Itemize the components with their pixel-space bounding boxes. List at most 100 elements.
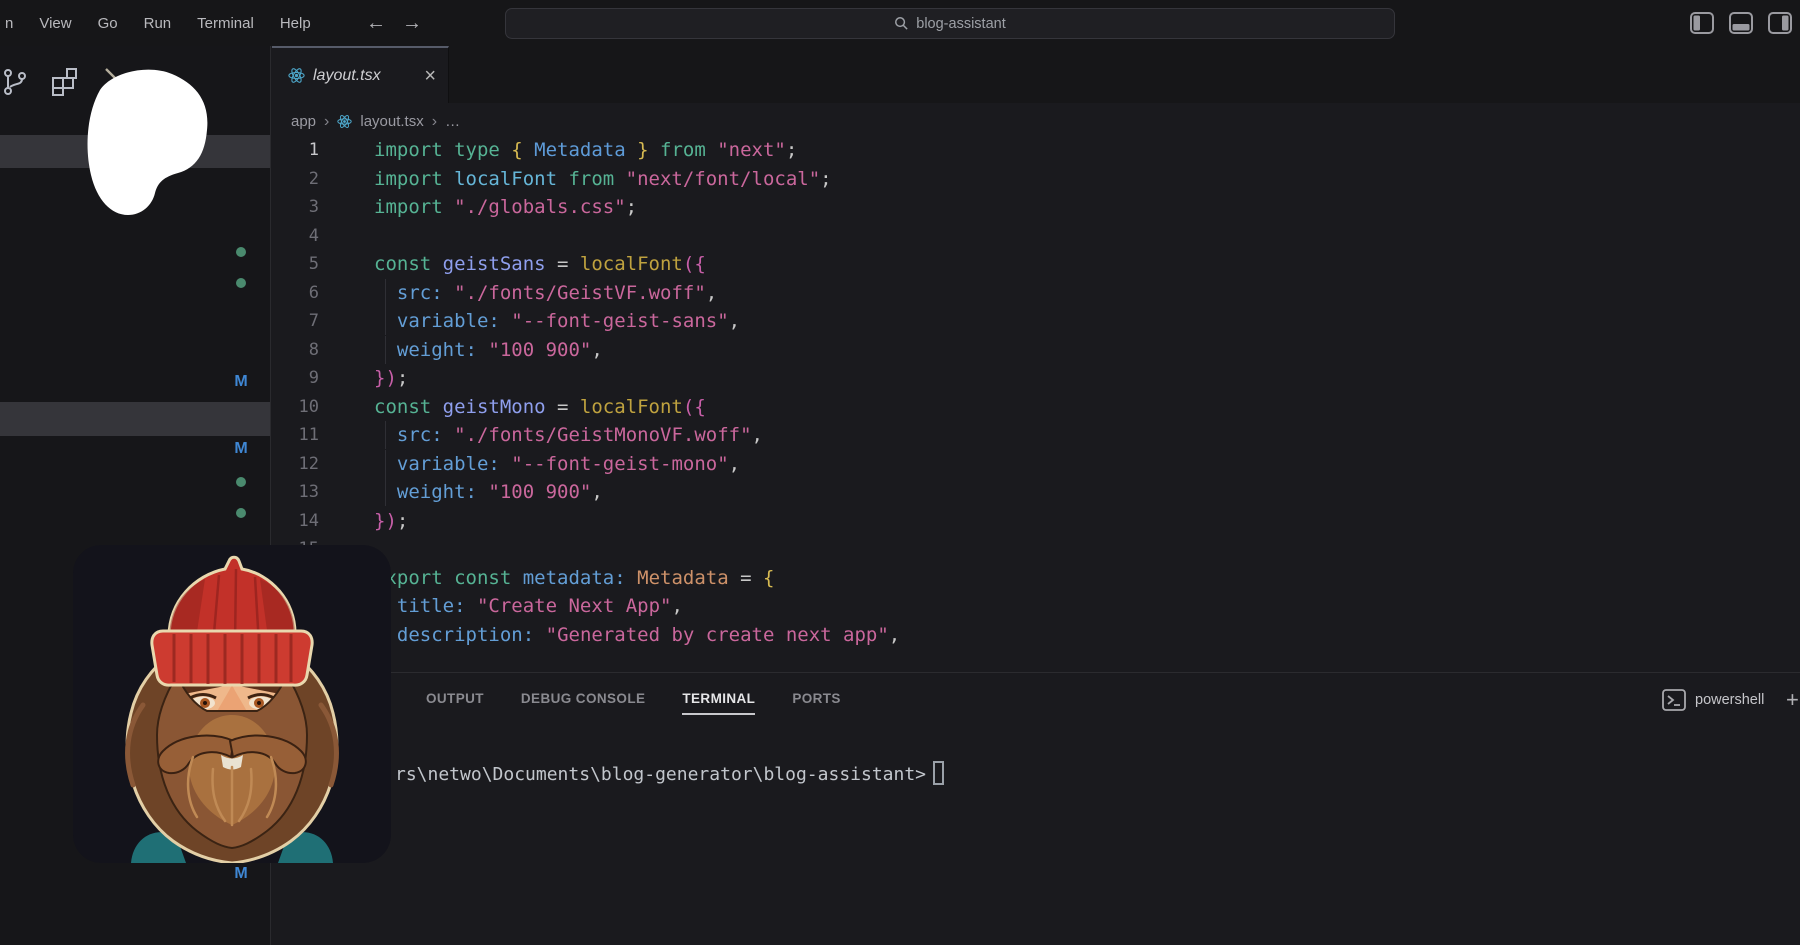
editor-group: layout.tsx × app › layout.tsx › … 1 impor… [272, 46, 1800, 945]
menu-item-view[interactable]: View [26, 7, 84, 39]
terminal-prompt[interactable]: rs\netwo\Documents\blog-generator\blog-a… [395, 764, 926, 785]
code-line-17[interactable]: 17 title: "Create Next App", [272, 592, 1800, 621]
tab-strip: layout.tsx × [272, 46, 1800, 103]
indent-guide [385, 421, 386, 449]
git-untracked-dot [236, 508, 246, 518]
lumberjack-avatar [73, 545, 391, 863]
code-line-7[interactable]: 7 variable: "--font-geist-sans", [272, 307, 1800, 336]
terminal-cursor [933, 761, 944, 785]
line-number: 10 [272, 397, 319, 417]
code-text: src: "./fonts/GeistVF.woff", [374, 282, 717, 304]
nav-forward-button[interactable]: → [402, 13, 422, 33]
bottom-panel: OUTPUT DEBUG CONSOLE TERMINAL PORTS powersh… [272, 672, 1800, 945]
line-number: 5 [272, 254, 319, 274]
indent-guide [385, 307, 386, 335]
new-terminal-icon[interactable]: + [1786, 687, 1799, 713]
code-line-18[interactable]: 18 description: "Generated by create nex… [272, 621, 1800, 650]
code-text: variable: "--font-geist-mono", [374, 453, 740, 475]
indent-guide [385, 478, 386, 506]
shell-label: powershell [1695, 692, 1764, 708]
line-number: 8 [272, 340, 319, 360]
code-text: variable: "--font-geist-sans", [374, 310, 740, 332]
git-untracked-dot [236, 477, 246, 487]
tab-layout-tsx[interactable]: layout.tsx × [272, 46, 449, 103]
code-line-5[interactable]: 5 const geistSans = localFont({ [272, 250, 1800, 279]
code-text: }); [374, 367, 408, 389]
menu-item-n[interactable]: n [0, 7, 26, 39]
breadcrumb-folder[interactable]: app [291, 113, 316, 130]
menu-item-run[interactable]: Run [131, 7, 185, 39]
line-number: 3 [272, 197, 319, 217]
code-line-15[interactable]: 15 [272, 535, 1800, 564]
code-line-10[interactable]: 10 const geistMono = localFont({ [272, 393, 1800, 422]
code-line-2[interactable]: 2import localFont from "next/font/local"… [272, 165, 1800, 194]
chevron-right-icon: › [324, 113, 329, 131]
code-text: src: "./fonts/GeistMonoVF.woff", [374, 424, 763, 446]
code-line-1[interactable]: 1 import type { Metadata } from "next"; [272, 136, 1800, 165]
code-line-9[interactable]: 9}); [272, 364, 1800, 393]
line-number: 1 [272, 140, 319, 160]
panel-tab-terminal[interactable]: TERMINAL [682, 691, 755, 715]
code-line-11[interactable]: 11 src: "./fonts/GeistMonoVF.woff", [272, 421, 1800, 450]
react-icon [288, 67, 305, 84]
code-text: const geistSans = localFont({ [374, 253, 706, 275]
panel-tab-ports[interactable]: PORTS [792, 691, 841, 715]
menu-item-terminal[interactable]: Terminal [184, 7, 267, 39]
toggle-panel-icon[interactable] [1729, 12, 1753, 34]
chevron-right-icon: › [432, 113, 437, 131]
menu-item-help[interactable]: Help [267, 7, 324, 39]
code-text: export const metadata: Metadata = { [374, 567, 774, 589]
search-query: blog-assistant [916, 16, 1005, 32]
code-line-4[interactable]: 4 [272, 222, 1800, 251]
extensions-icon[interactable] [50, 66, 80, 96]
line-number: 13 [272, 482, 319, 502]
code-text: import type { Metadata } from "next"; [374, 139, 797, 161]
search-input[interactable]: blog-assistant [505, 8, 1395, 39]
code-line-3[interactable]: 3 import "./globals.css"; [272, 193, 1800, 222]
vscode-window: nViewGoRunTerminalHelp ← → blog-assistan… [0, 0, 1800, 945]
code-text: title: "Create Next App", [374, 595, 683, 617]
code-text: import localFont from "next/font/local"; [374, 168, 832, 190]
terminal-shell-selector[interactable]: powershell [1662, 689, 1764, 711]
close-icon[interactable]: × [424, 66, 436, 86]
nav-back-button[interactable]: ← [366, 13, 386, 33]
breadcrumb: app › layout.tsx › … [291, 103, 460, 140]
menu-item-go[interactable]: Go [85, 7, 131, 39]
breadcrumb-symbol[interactable]: … [445, 113, 460, 130]
git-modified-badge: M [232, 865, 250, 883]
code-text: }); [374, 510, 408, 532]
panel-tab-output[interactable]: OUTPUT [426, 691, 484, 715]
code-text: weight: "100 900", [374, 481, 603, 503]
toggle-sidebar-icon[interactable] [1690, 12, 1714, 34]
line-number: 9 [272, 368, 319, 388]
line-number: 11 [272, 425, 319, 445]
white-blob-overlay [80, 62, 215, 220]
breadcrumb-file[interactable]: layout.tsx [360, 113, 423, 130]
powershell-icon [1662, 689, 1686, 711]
line-number: 7 [272, 311, 319, 331]
sidebar-selected-row[interactable] [0, 402, 270, 436]
git-modified-badge: M [232, 373, 250, 391]
git-modified-badge: M [232, 440, 250, 458]
source-control-icon[interactable] [3, 67, 27, 97]
code-line-6[interactable]: 6 src: "./fonts/GeistVF.woff", [272, 279, 1800, 308]
code-editor[interactable]: 1 import type { Metadata } from "next"; 2i… [272, 136, 1800, 649]
code-line-13[interactable]: 13 weight: "100 900", [272, 478, 1800, 507]
indent-guide [385, 336, 386, 364]
code-text: description: "Generated by create next a… [374, 624, 900, 646]
title-bar: nViewGoRunTerminalHelp ← → blog-assistan… [0, 0, 1800, 46]
toggle-secondary-sidebar-icon[interactable] [1768, 12, 1792, 34]
code-line-8[interactable]: 8 weight: "100 900", [272, 336, 1800, 365]
indent-guide [385, 279, 386, 307]
line-number: 6 [272, 283, 319, 303]
code-line-16[interactable]: 16export const metadata: Metadata = { [272, 564, 1800, 593]
git-untracked-dot [236, 247, 246, 257]
code-text: const geistMono = localFont({ [374, 396, 706, 418]
code-line-12[interactable]: 12 variable: "--font-geist-mono", [272, 450, 1800, 479]
code-line-14[interactable]: 14}); [272, 507, 1800, 536]
line-number: 4 [272, 226, 319, 246]
panel-tab-bar: OUTPUT DEBUG CONSOLE TERMINAL PORTS [426, 691, 841, 715]
search-icon [894, 16, 909, 31]
panel-tab-debug-console[interactable]: DEBUG CONSOLE [521, 691, 645, 715]
code-text: import "./globals.css"; [374, 196, 637, 218]
